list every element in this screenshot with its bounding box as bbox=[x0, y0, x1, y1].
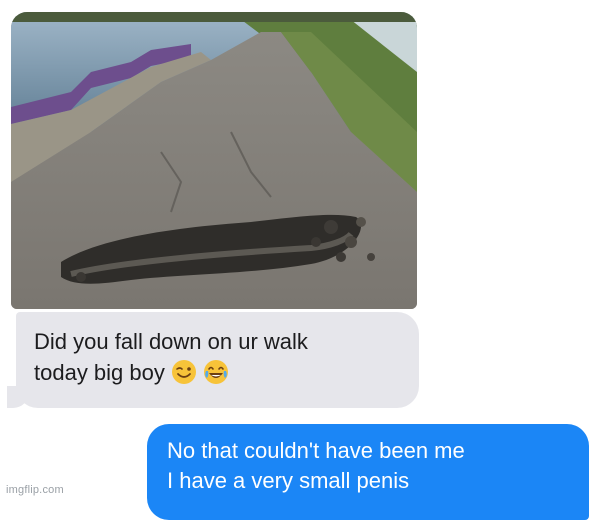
photo-attachment-icon bbox=[11, 12, 417, 309]
sent-text-line-1: No that couldn't have been me bbox=[167, 438, 465, 463]
received-photo-message[interactable] bbox=[11, 12, 417, 309]
message-thread: Did you fall down on ur walk today big b… bbox=[0, 0, 592, 520]
received-text-line-2-row: today big boy bbox=[34, 357, 401, 388]
tears-of-joy-icon bbox=[203, 359, 229, 385]
winking-face-icon bbox=[171, 359, 197, 385]
received-text-line-1: Did you fall down on ur walk bbox=[34, 329, 308, 354]
watermark: imgflip.com bbox=[6, 484, 64, 496]
received-text-message[interactable]: Did you fall down on ur walk today big b… bbox=[0, 312, 419, 409]
sent-text-line-2: I have a very small penis bbox=[167, 468, 410, 493]
sent-text-message[interactable]: No that couldn't have been me I have a v… bbox=[147, 424, 589, 520]
bubble-tail bbox=[7, 386, 29, 408]
received-text-line-2: today big boy bbox=[34, 360, 165, 385]
